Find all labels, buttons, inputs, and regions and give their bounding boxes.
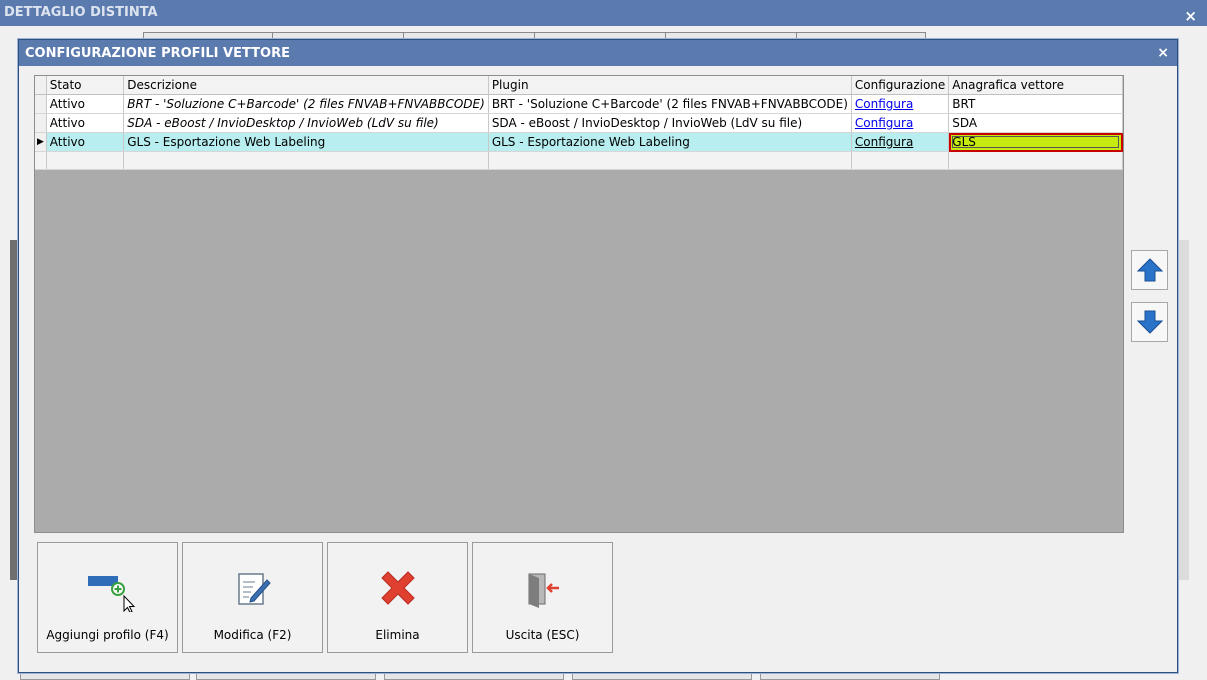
background-scrollbar[interactable] (1178, 240, 1189, 580)
row-indicator[interactable] (35, 94, 47, 114)
column-header-anagrafica-vettore[interactable]: Anagrafica vettore (948, 76, 1123, 95)
column-header-descrizione[interactable]: Descrizione (123, 76, 489, 95)
background-window-titlebar: DETTAGLIO DISTINTA × (0, 0, 1207, 26)
cell-empty[interactable] (123, 151, 489, 170)
add-profile-button[interactable]: Aggiungi profilo (F4) (37, 542, 178, 653)
arrow-down-icon (1136, 310, 1163, 334)
cell-empty[interactable] (851, 151, 950, 170)
background-window-title: DETTAGLIO DISTINTA (4, 5, 158, 20)
row-indicator-header (35, 76, 47, 95)
delete-button[interactable]: Elimina (327, 542, 468, 653)
cell-empty[interactable] (488, 151, 852, 170)
add-profile-label: Aggiungi profilo (F4) (46, 628, 169, 642)
table-row-selected[interactable]: ▶ Attivo GLS - Esportazione Web Labeling… (35, 132, 1123, 152)
dialog-close-icon[interactable]: × (1157, 40, 1169, 67)
add-profile-icon (38, 568, 177, 612)
profiles-grid: Stato Descrizione Plugin Configurazione … (34, 75, 1124, 533)
column-header-configurazione[interactable]: Configurazione (851, 76, 950, 95)
row-indicator-arrow-icon[interactable]: ▶ (35, 132, 47, 152)
dialog-title: CONFIGURAZIONE PROFILI VETTORE (25, 46, 290, 61)
table-row-new[interactable] (35, 151, 1123, 170)
cell-anagrafica-vettore-highlighted[interactable]: GLS (948, 132, 1123, 152)
cell-empty[interactable] (948, 151, 1123, 170)
column-header-plugin[interactable]: Plugin (488, 76, 852, 95)
edit-label: Modifica (F2) (213, 628, 292, 642)
cell-descrizione[interactable]: GLS - Esportazione Web Labeling (123, 132, 489, 152)
edit-button[interactable]: Modifica (F2) (182, 542, 323, 653)
move-up-button[interactable] (1131, 250, 1168, 290)
column-header-stato[interactable]: Stato (46, 76, 125, 95)
background-close-icon[interactable]: × (1184, 3, 1197, 29)
table-row[interactable]: Attivo BRT - 'Soluzione C+Barcode' (2 fi… (35, 94, 1123, 114)
dialog-titlebar: CONFIGURAZIONE PROFILI VETTORE × (19, 40, 1177, 66)
exit-door-icon (473, 568, 612, 612)
delete-label: Elimina (375, 628, 420, 642)
exit-button[interactable]: Uscita (ESC) (472, 542, 613, 653)
configura-link[interactable]: Configura (851, 132, 950, 152)
cell-anagrafica-vettore[interactable]: SDA (948, 113, 1123, 133)
configura-link[interactable]: Configura (851, 113, 950, 133)
cell-stato[interactable]: Attivo (46, 94, 125, 114)
cell-plugin[interactable]: SDA - eBoost / InvioDesktop / InvioWeb (… (488, 113, 852, 133)
exit-label: Uscita (ESC) (505, 628, 580, 642)
delete-x-icon (328, 568, 467, 612)
table-row[interactable]: Attivo SDA - eBoost / InvioDesktop / Inv… (35, 113, 1123, 133)
cell-descrizione[interactable]: BRT - 'Soluzione C+Barcode' (2 files FNV… (123, 94, 489, 114)
cell-empty[interactable] (46, 151, 125, 170)
cell-plugin[interactable]: GLS - Esportazione Web Labeling (488, 132, 852, 152)
cell-stato[interactable]: Attivo (46, 113, 125, 133)
cell-descrizione[interactable]: SDA - eBoost / InvioDesktop / InvioWeb (… (123, 113, 489, 133)
row-indicator[interactable] (35, 113, 47, 133)
move-down-button[interactable] (1131, 302, 1168, 342)
edit-document-icon (183, 568, 322, 612)
cell-plugin[interactable]: BRT - 'Soluzione C+Barcode' (2 files FNV… (488, 94, 852, 114)
cell-anagrafica-vettore[interactable]: BRT (948, 94, 1123, 114)
grid-header-row: Stato Descrizione Plugin Configurazione … (35, 76, 1123, 95)
cell-stato[interactable]: Attivo (46, 132, 125, 152)
carrier-profiles-dialog: CONFIGURAZIONE PROFILI VETTORE × Stato D… (18, 39, 1178, 673)
arrow-up-icon (1136, 258, 1163, 282)
row-indicator[interactable] (35, 151, 47, 170)
configura-link[interactable]: Configura (851, 94, 950, 114)
